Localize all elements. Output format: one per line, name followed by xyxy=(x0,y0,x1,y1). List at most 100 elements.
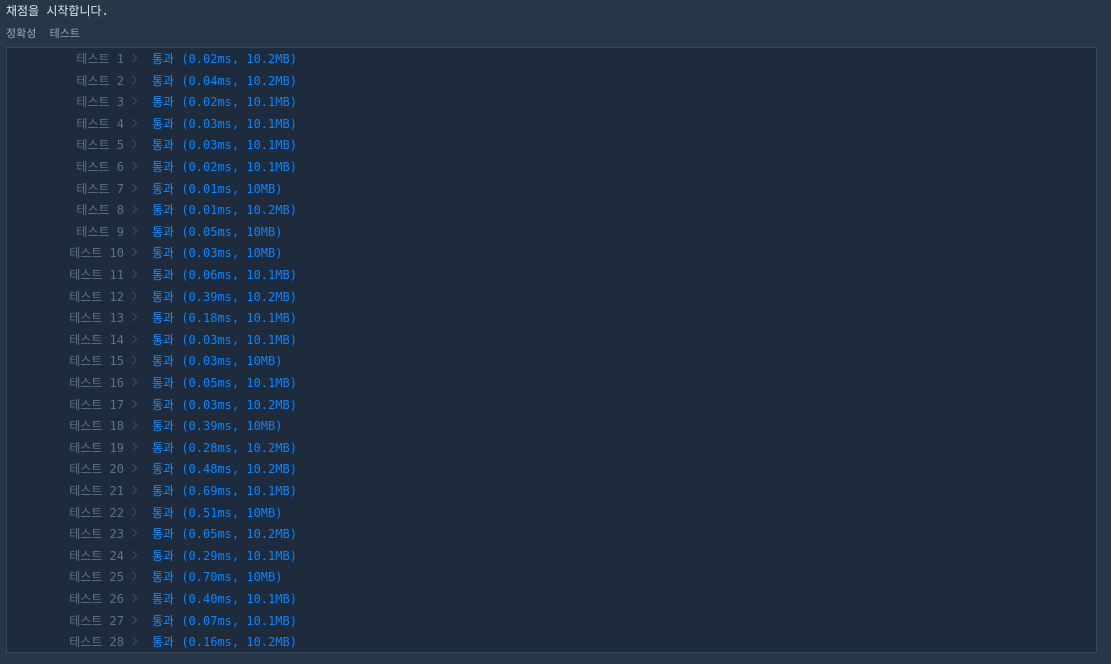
test-result-row: 테스트 1 통과 (0.02ms, 10.2MB) xyxy=(7,49,1096,69)
test-result-row: 테스트 13 통과 (0.18ms, 10.1MB) xyxy=(7,308,1096,328)
pass-status: 통과 xyxy=(152,548,175,563)
test-label: 테스트 8 xyxy=(76,203,124,218)
pass-status: 통과 xyxy=(152,246,175,261)
chevron-right-icon xyxy=(128,75,138,84)
result-detail: (0.02ms, 10.2MB) xyxy=(181,52,297,66)
test-result-row: 테스트 26 통과 (0.40ms, 10.1MB) xyxy=(7,589,1096,609)
result-detail: (0.28ms, 10.2MB) xyxy=(181,440,297,455)
test-result-row: 테스트 18 통과 (0.39ms, 10MB) xyxy=(7,416,1096,436)
section-title: 정확성 테스트 xyxy=(6,27,80,40)
test-result-row: 테스트 14 통과 (0.03ms, 10.1MB) xyxy=(7,330,1096,350)
test-result-row: 테스트 25 통과 (0.70ms, 10MB) xyxy=(7,567,1096,587)
test-result: 통과 (0.03ms, 10.2MB) xyxy=(152,395,297,415)
result-detail: (0.04ms, 10.2MB) xyxy=(181,73,297,88)
pass-status: 통과 xyxy=(152,505,175,520)
chevron-right-icon xyxy=(128,356,138,365)
test-result: 통과 (0.04ms, 10.2MB) xyxy=(152,71,297,91)
test-results-panel[interactable]: 테스트 1 통과 (0.02ms, 10.2MB) 테스트 2 통과 (0.04ms,… xyxy=(6,47,1097,653)
test-result: 통과 (0.03ms, 10.1MB) xyxy=(152,135,297,155)
pass-status: 통과 xyxy=(152,635,175,650)
test-result-row: 테스트 7 통과 (0.01ms, 10MB) xyxy=(7,179,1096,199)
test-result: 통과 (0.28ms, 10.2MB) xyxy=(152,438,297,458)
result-detail: (0.03ms, 10MB) xyxy=(181,246,283,261)
result-detail: (0.18ms, 10.1MB) xyxy=(181,311,297,326)
chevron-right-icon xyxy=(128,528,138,538)
test-result-row: 테스트 5 통과 (0.03ms, 10.1MB) xyxy=(7,135,1096,155)
pass-status: 통과 xyxy=(152,462,175,477)
chevron-right-icon xyxy=(128,96,138,106)
test-result-row: 테스트 11 통과 (0.06ms, 10.1MB) xyxy=(7,265,1096,285)
chevron-right-icon xyxy=(128,572,138,581)
test-result-row: 테스트 3 통과 (0.02ms, 10.1MB) xyxy=(7,92,1096,112)
chevron-right-icon xyxy=(128,53,138,63)
test-result-row: 테스트 22 통과 (0.51ms, 10MB) xyxy=(7,503,1096,523)
result-detail: (0.51ms, 10MB) xyxy=(181,505,283,520)
result-detail: (0.05ms, 10MB) xyxy=(181,224,283,239)
test-result-row: 테스트 23 통과 (0.05ms, 10.2MB) xyxy=(7,524,1096,544)
test-result: 통과 (0.16ms, 10.2MB) xyxy=(152,632,297,652)
pass-status: 통과 xyxy=(152,419,175,434)
test-label: 테스트 22 xyxy=(69,505,124,520)
test-label: 테스트 4 xyxy=(76,116,124,131)
test-label: 테스트 7 xyxy=(76,181,124,196)
chevron-right-icon xyxy=(128,140,138,149)
result-detail: (0.02ms, 10.1MB) xyxy=(181,160,297,174)
test-result: 통과 (0.05ms, 10.2MB) xyxy=(152,524,297,544)
test-result-row: 테스트 19 통과 (0.28ms, 10.2MB) xyxy=(7,438,1096,458)
test-result: 통과 (0.39ms, 10MB) xyxy=(152,416,282,436)
test-result: 통과 (0.69ms, 10.1MB) xyxy=(152,481,297,501)
test-label: 테스트 24 xyxy=(69,548,124,563)
chevron-right-icon xyxy=(128,464,138,473)
result-detail: (0.07ms, 10.1MB) xyxy=(181,613,297,628)
result-detail: (0.40ms, 10.1MB) xyxy=(181,592,297,606)
test-label: 테스트 11 xyxy=(69,268,124,282)
chevron-right-icon xyxy=(128,183,138,192)
pass-status: 통과 xyxy=(152,289,175,304)
pass-status: 통과 xyxy=(152,397,175,412)
test-label: 테스트 12 xyxy=(69,289,124,304)
test-label: 테스트 25 xyxy=(69,570,124,585)
test-result-row: 테스트 24 통과 (0.29ms, 10.1MB) xyxy=(7,546,1096,566)
result-detail: (0.03ms, 10MB) xyxy=(181,354,283,369)
result-detail: (0.06ms, 10.1MB) xyxy=(181,268,297,282)
pass-status: 통과 xyxy=(152,592,175,606)
result-detail: (0.69ms, 10.1MB) xyxy=(181,484,297,498)
grading-start-message: 채점을 시작합니다. xyxy=(6,4,109,18)
result-detail: (0.02ms, 10.1MB) xyxy=(181,95,297,110)
test-label: 테스트 9 xyxy=(76,224,124,239)
pass-status: 통과 xyxy=(152,354,175,369)
pass-status: 통과 xyxy=(152,203,175,218)
chevron-right-icon xyxy=(128,161,138,171)
result-detail: (0.39ms, 10.2MB) xyxy=(181,289,297,304)
test-label: 테스트 14 xyxy=(69,332,124,347)
test-result-row: 테스트 12 통과 (0.39ms, 10.2MB) xyxy=(7,287,1096,307)
test-result: 통과 (0.39ms, 10.2MB) xyxy=(152,287,297,307)
chevron-right-icon xyxy=(128,399,138,408)
test-result: 통과 (0.70ms, 10MB) xyxy=(152,567,282,587)
chevron-right-icon xyxy=(128,615,138,624)
chevron-right-icon xyxy=(128,442,138,452)
pass-status: 통과 xyxy=(152,268,175,282)
pass-status: 통과 xyxy=(152,116,175,131)
pass-status: 통과 xyxy=(152,613,175,628)
test-result-row: 테스트 15 통과 (0.03ms, 10MB) xyxy=(7,351,1096,371)
test-result-row: 테스트 16 통과 (0.05ms, 10.1MB) xyxy=(7,373,1096,393)
chevron-right-icon xyxy=(128,248,138,257)
chevron-right-icon xyxy=(128,226,138,236)
result-detail: (0.03ms, 10.1MB) xyxy=(181,138,297,153)
test-result-row: 테스트 28 통과 (0.16ms, 10.2MB) xyxy=(7,632,1096,652)
result-detail: (0.39ms, 10MB) xyxy=(181,419,283,434)
chevron-right-icon xyxy=(128,312,138,322)
test-label: 테스트 28 xyxy=(69,635,124,650)
pass-status: 통과 xyxy=(152,73,175,88)
result-detail: (0.29ms, 10.1MB) xyxy=(181,548,297,563)
pass-status: 통과 xyxy=(152,52,175,66)
test-result: 통과 (0.03ms, 10.1MB) xyxy=(152,330,297,350)
test-label: 테스트 21 xyxy=(69,484,124,498)
result-detail: (0.48ms, 10.2MB) xyxy=(181,462,297,477)
test-result: 통과 (0.51ms, 10MB) xyxy=(152,503,282,523)
test-label: 테스트 23 xyxy=(69,527,124,542)
test-result-row: 테스트 9 통과 (0.05ms, 10MB) xyxy=(7,222,1096,242)
result-detail: (0.03ms, 10.2MB) xyxy=(181,397,297,412)
result-detail: (0.03ms, 10.1MB) xyxy=(181,116,297,131)
